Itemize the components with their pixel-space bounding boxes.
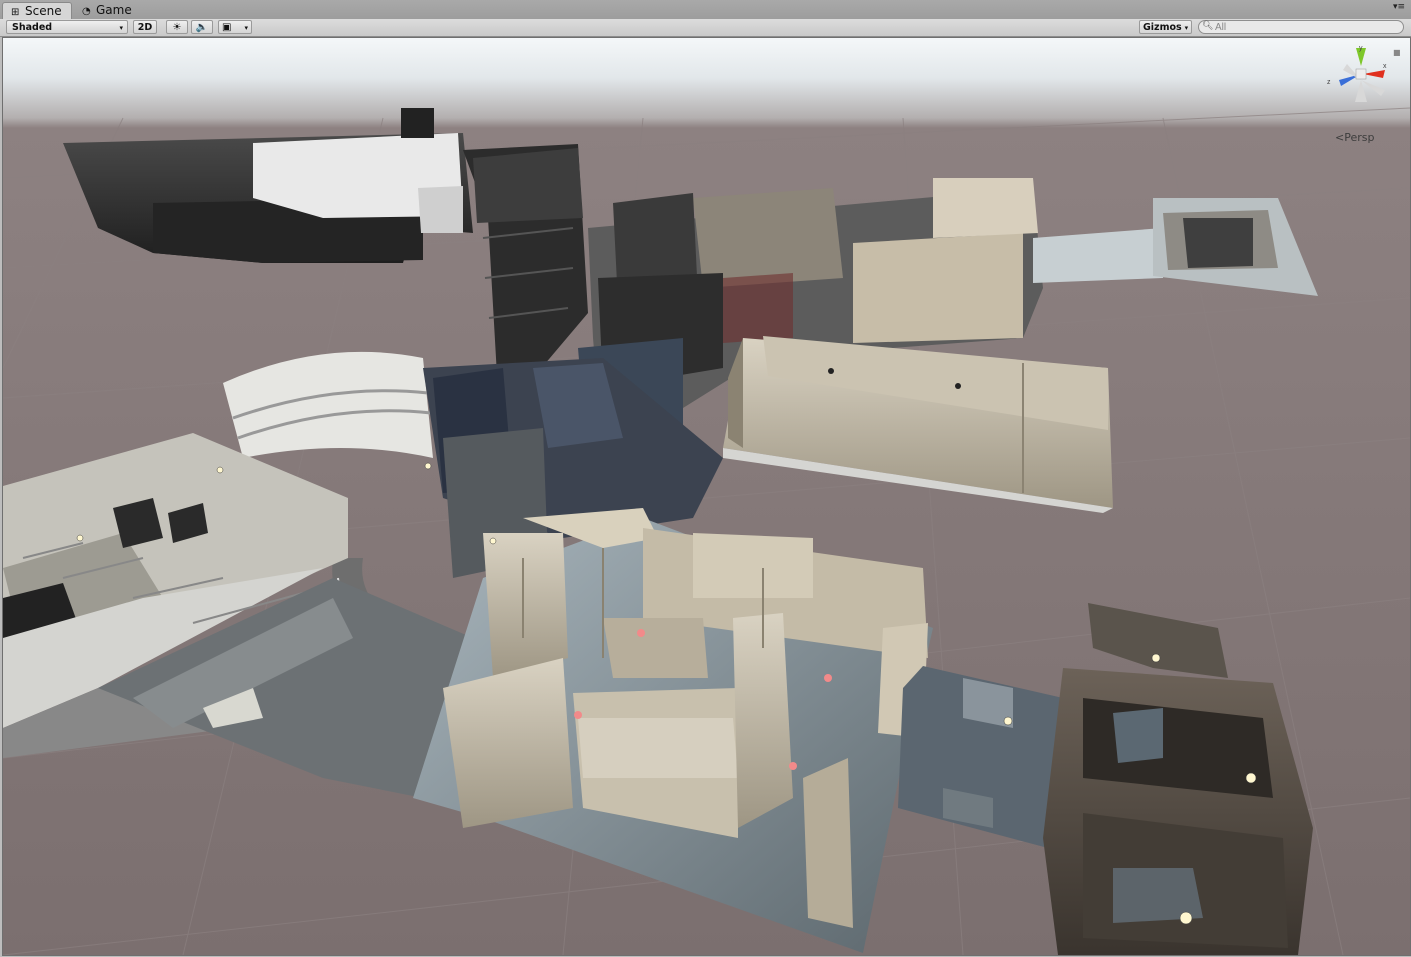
hierarchy-search-input[interactable] — [1198, 20, 1404, 34]
dropdown-arrow-icon: ▾ — [1184, 24, 1189, 32]
tab-game-label: Game — [96, 3, 132, 17]
scene-3d-render — [3, 107, 1410, 955]
tan-enclosure — [723, 336, 1113, 513]
gizmos-dropdown[interactable]: Gizmos ▾ — [1139, 20, 1192, 34]
gizmos-label: Gizmos — [1143, 22, 1182, 33]
projection-toggle[interactable]: <Persp — [1335, 131, 1374, 144]
draw-mode-label: Shaded — [12, 22, 53, 33]
projection-label: Persp — [1344, 131, 1375, 144]
tan-maze — [413, 508, 933, 953]
corridor — [898, 666, 1068, 848]
gizmo-center-cube — [1355, 68, 1367, 80]
x-axis-label: x — [1383, 63, 1387, 70]
brown-building — [1043, 603, 1313, 955]
lock-icon[interactable]: ■ — [1393, 48, 1401, 57]
game-pacman-icon: ◔ — [82, 6, 91, 17]
dark-building-top-left — [63, 108, 473, 263]
2d-mode-button[interactable]: 2D — [133, 20, 157, 34]
scene-toolbar: Shaded ▾ 2D ☀ 🔈 ▣ ▾ Gizmos▾ 🔍︎ — [0, 19, 1411, 37]
orientation-gizmo[interactable]: y z x — [1325, 44, 1391, 118]
draw-mode-dropdown[interactable]: Shaded ▾ — [6, 20, 128, 34]
y-axis-label: y — [1359, 45, 1363, 52]
scene-lighting-button[interactable]: ☀ — [166, 20, 188, 34]
scene-effects-button[interactable]: ▣ ▾ — [218, 20, 252, 34]
dropdown-arrow-icon: ▾ — [244, 24, 248, 32]
scene-audio-button[interactable]: 🔈 — [191, 20, 213, 34]
speaker-icon: 🔈 — [195, 22, 209, 33]
search-icon: 🔍︎ — [1202, 21, 1214, 31]
scene-viewport[interactable]: y z x ■ <Persp — [2, 37, 1411, 956]
back-arrow-icon: < — [1335, 131, 1345, 144]
sun-icon: ☀ — [172, 22, 182, 33]
tab-game[interactable]: ◔ Game — [74, 2, 144, 19]
far-right-room — [1033, 198, 1318, 296]
z-axis-label: z — [1327, 79, 1331, 86]
tab-scene[interactable]: ⊞ Scene — [2, 2, 72, 19]
pane-menu-icon[interactable]: ▾≡ — [1393, 2, 1405, 12]
image-icon: ▣ — [222, 22, 232, 33]
tab-scene-label: Scene — [25, 4, 62, 18]
x-axis-cone — [1363, 70, 1385, 78]
tab-bar: ⊞ Scene ◔ Game ▾≡ — [0, 0, 1411, 20]
dropdown-arrow-icon: ▾ — [119, 24, 123, 32]
central-tower — [463, 144, 588, 393]
